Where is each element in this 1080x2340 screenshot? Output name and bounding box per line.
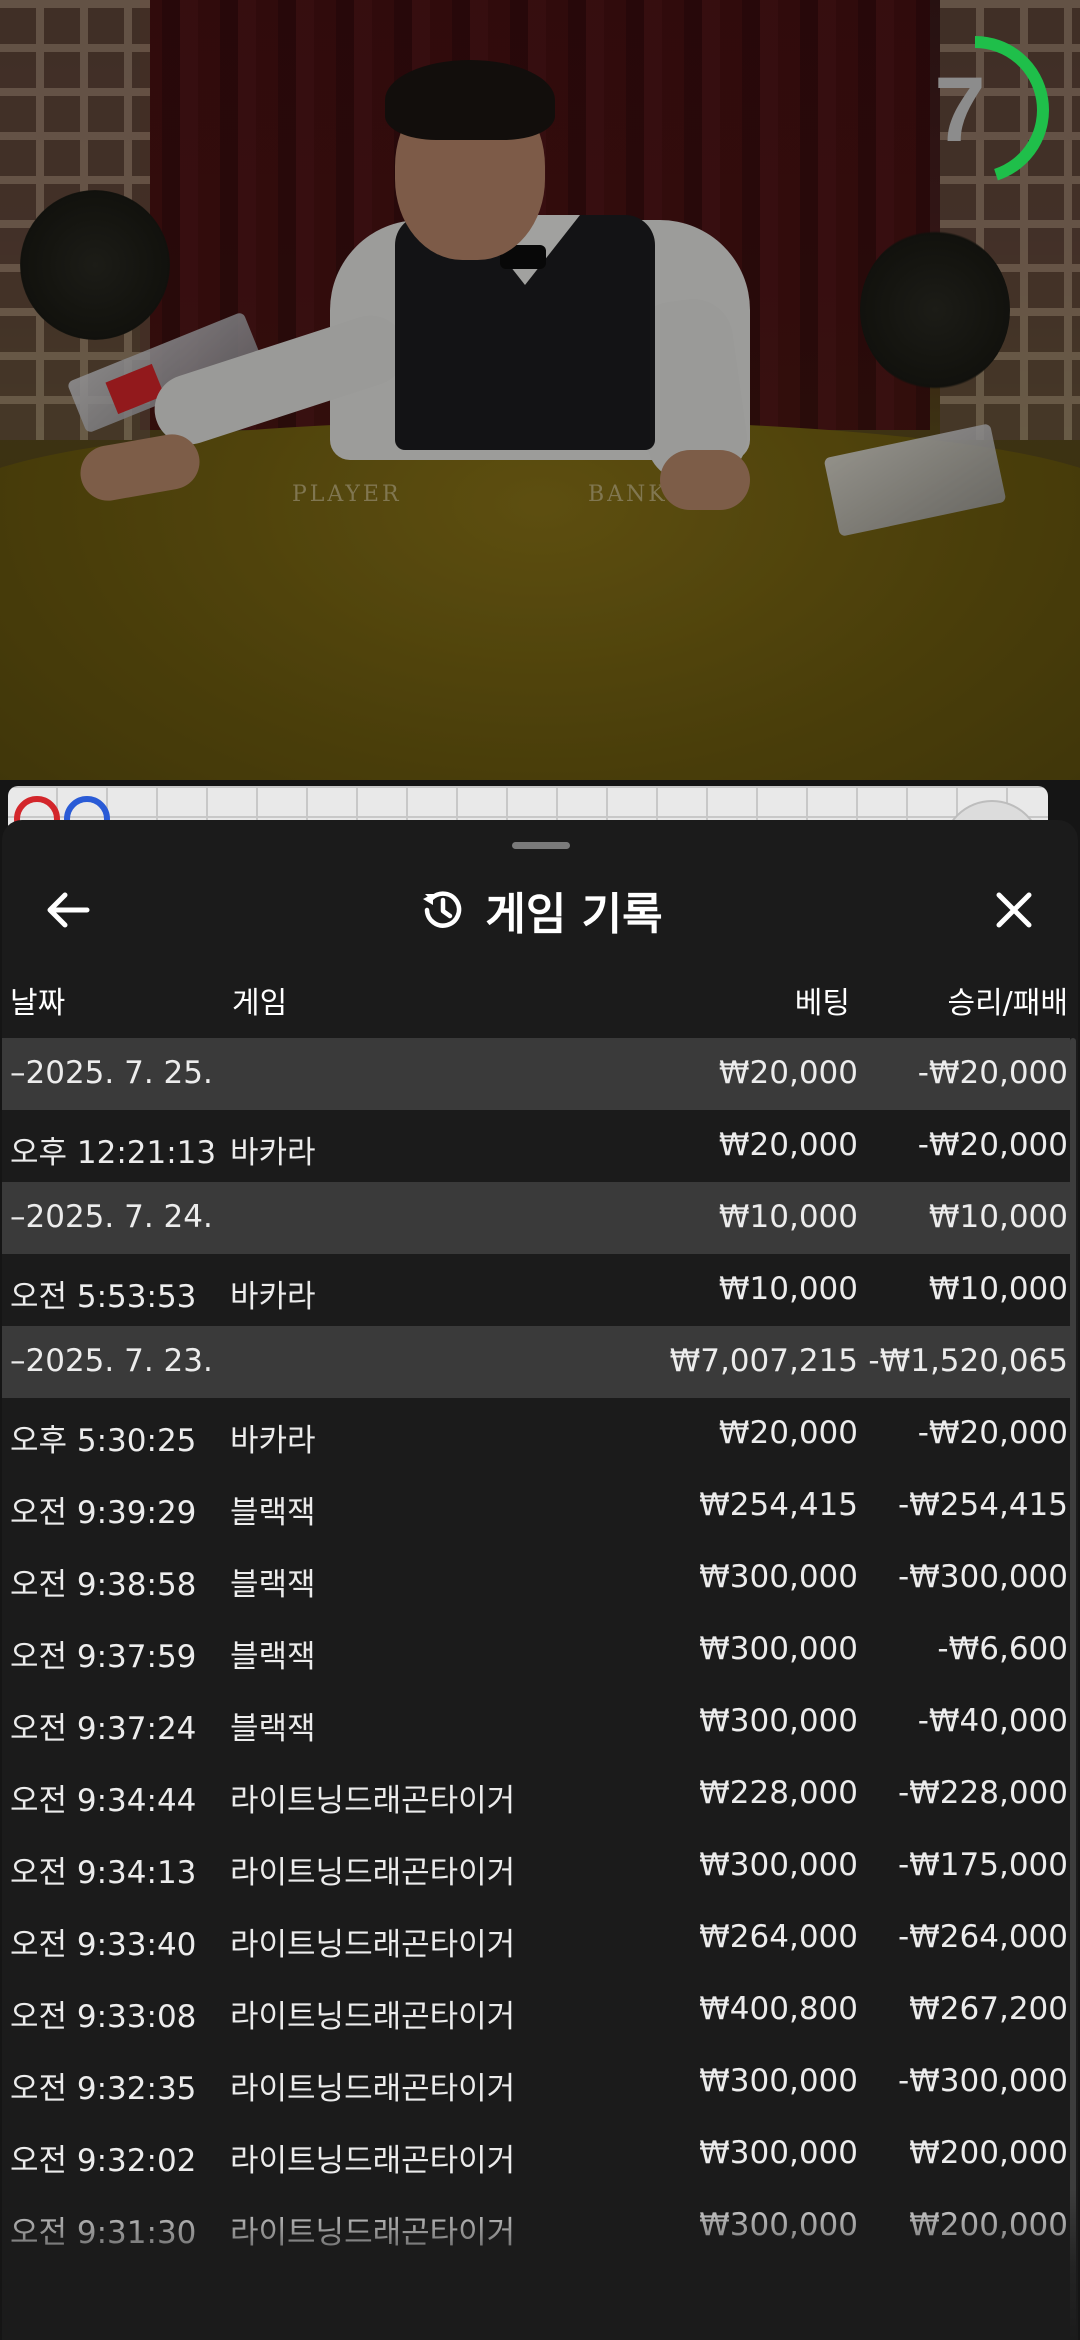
row-game: 라이트닝드래곤타이거 <box>230 2143 516 2179</box>
row-game: 바카라 <box>230 1135 316 1171</box>
row-result: -₩254,415 <box>897 1487 1068 1523</box>
table-row[interactable]: 오전 9:37:59 블랙잭 ₩300,000 -₩6,600 <box>2 1614 1070 1686</box>
close-button[interactable] <box>974 870 1054 950</box>
row-bet: ₩300,000 <box>699 2135 858 2171</box>
row-bet: ₩300,000 <box>699 1559 858 1595</box>
row-time: 오전 9:38:58 <box>10 1567 197 1603</box>
row-result: -₩1,520,065 <box>868 1343 1068 1379</box>
group-date: –2025. 7. 23. <box>10 1343 213 1379</box>
row-time: 오전 9:39:29 <box>10 1495 197 1531</box>
row-time: 오전 9:33:08 <box>10 1999 197 2035</box>
row-bet: ₩254,415 <box>699 1487 858 1523</box>
row-result: -₩300,000 <box>897 1559 1068 1595</box>
row-game: 라이트닝드래곤타이거 <box>230 2215 516 2251</box>
row-bet: ₩20,000 <box>718 1415 858 1451</box>
row-game: 블랙잭 <box>230 1567 316 1603</box>
row-game: 라이트닝드래곤타이거 <box>230 1855 516 1891</box>
group-date: –2025. 7. 25. <box>10 1055 213 1091</box>
row-game: 라이트닝드래곤타이거 <box>230 2071 516 2107</box>
row-bet: ₩228,000 <box>699 1775 858 1811</box>
row-result: -₩264,000 <box>897 1919 1068 1955</box>
row-time: 오전 9:37:59 <box>10 1639 197 1675</box>
column-header-date: 날짜 <box>10 986 66 1021</box>
row-time: 오전 9:34:44 <box>10 1783 197 1819</box>
row-bet: ₩20,000 <box>718 1055 858 1091</box>
row-bet: ₩300,000 <box>699 2207 858 2243</box>
row-bet: ₩300,000 <box>699 2063 858 2099</box>
row-result: -₩20,000 <box>917 1127 1068 1163</box>
row-result: -₩20,000 <box>917 1055 1068 1091</box>
table-row[interactable]: 오후 12:21:13 바카라 ₩20,000 -₩20,000 <box>2 1110 1070 1182</box>
table-row[interactable]: 오전 9:39:29 블랙잭 ₩254,415 -₩254,415 <box>2 1470 1070 1542</box>
table-row[interactable]: 오전 9:34:13 라이트닝드래곤타이거 ₩300,000 -₩175,000 <box>2 1830 1070 1902</box>
row-time: 오후 5:30:25 <box>10 1423 197 1459</box>
row-bet: ₩300,000 <box>699 1631 858 1667</box>
row-time: 오후 12:21:13 <box>10 1135 217 1171</box>
close-icon <box>996 892 1032 928</box>
row-bet: ₩300,000 <box>699 1847 858 1883</box>
table-row[interactable]: 오전 9:33:40 라이트닝드래곤타이거 ₩264,000 -₩264,000 <box>2 1902 1070 1974</box>
row-result: ₩10,000 <box>928 1199 1068 1235</box>
group-date: –2025. 7. 24. <box>10 1199 213 1235</box>
row-result: -₩228,000 <box>897 1775 1068 1811</box>
row-game: 블랙잭 <box>230 1639 316 1675</box>
row-time: 오전 9:37:24 <box>10 1711 197 1747</box>
row-game: 블랙잭 <box>230 1495 316 1531</box>
row-result: -₩300,000 <box>897 2063 1068 2099</box>
row-result: -₩6,600 <box>937 1631 1068 1667</box>
row-time: 오전 5:53:53 <box>10 1279 197 1315</box>
table-row[interactable]: 오전 9:34:44 라이트닝드래곤타이거 ₩228,000 -₩228,000 <box>2 1758 1070 1830</box>
row-time: 오전 9:33:40 <box>10 1927 197 1963</box>
row-bet: ₩7,007,215 <box>669 1343 858 1379</box>
sheet-header: 게임 기록 <box>2 868 1078 952</box>
row-result: ₩10,000 <box>928 1271 1068 1307</box>
row-game: 라이트닝드래곤타이거 <box>230 1783 516 1819</box>
row-bet: ₩10,000 <box>718 1271 858 1307</box>
row-bet: ₩300,000 <box>699 1703 858 1739</box>
row-result: -₩20,000 <box>917 1415 1068 1451</box>
countdown-number: 7 <box>934 59 986 161</box>
row-result: ₩200,000 <box>909 2135 1068 2171</box>
table-row[interactable]: 오전 9:37:24 블랙잭 ₩300,000 -₩40,000 <box>2 1686 1070 1758</box>
scrollbar[interactable] <box>1070 1038 1076 2338</box>
row-result: ₩200,000 <box>909 2207 1068 2243</box>
table-row[interactable]: 오전 9:31:30 라이트닝드래곤타이거 ₩300,000 ₩200,000 <box>2 2190 1070 2262</box>
row-time: 오전 9:32:35 <box>10 2071 197 2107</box>
date-group-row[interactable]: –2025. 7. 25. ₩20,000 -₩20,000 <box>2 1038 1070 1110</box>
row-game: 라이트닝드래곤타이거 <box>230 1927 516 1963</box>
table-row[interactable]: 오전 9:38:58 블랙잭 ₩300,000 -₩300,000 <box>2 1542 1070 1614</box>
table-row[interactable]: 오전 9:32:35 라이트닝드래곤타이거 ₩300,000 -₩300,000 <box>2 2046 1070 2118</box>
table-row[interactable]: 오전 5:53:53 바카라 ₩10,000 ₩10,000 <box>2 1254 1070 1326</box>
row-game: 라이트닝드래곤타이거 <box>230 1999 516 2035</box>
row-bet: ₩10,000 <box>718 1199 858 1235</box>
row-time: 오전 9:32:02 <box>10 2143 197 2179</box>
column-header-game: 게임 <box>232 986 288 1021</box>
history-icon <box>423 891 462 928</box>
game-history-sheet: 게임 기록 날짜 게임 베팅 승리/패배 –2025. 7. 25. ₩20,00… <box>2 820 1078 2340</box>
countdown-timer: 7 <box>900 30 1050 200</box>
row-time: 오전 9:34:13 <box>10 1855 197 1891</box>
live-video-feed: PLAYER BANKER 7 <box>0 0 1080 780</box>
history-list[interactable]: –2025. 7. 25. ₩20,000 -₩20,000 오후 12:21:13 바… <box>2 1038 1078 2262</box>
row-bet: ₩264,000 <box>699 1919 858 1955</box>
row-game: 블랙잭 <box>230 1711 316 1747</box>
row-bet: ₩400,800 <box>699 1991 858 2027</box>
column-header-bet: 베팅 <box>794 986 850 1021</box>
date-group-row[interactable]: –2025. 7. 24. ₩10,000 ₩10,000 <box>2 1182 1070 1254</box>
table-row[interactable]: 오전 9:33:08 라이트닝드래곤타이거 ₩400,800 ₩267,200 <box>2 1974 1070 2046</box>
row-game: 바카라 <box>230 1279 316 1315</box>
table-row[interactable]: 오전 9:32:02 라이트닝드래곤타이거 ₩300,000 ₩200,000 <box>2 2118 1070 2190</box>
row-result: ₩267,200 <box>909 1991 1068 2027</box>
row-result: -₩40,000 <box>917 1703 1068 1739</box>
page-title: 게임 기록 <box>485 889 663 940</box>
sheet-drag-handle[interactable] <box>512 842 570 849</box>
table-row[interactable]: 오후 5:30:25 바카라 ₩20,000 -₩20,000 <box>2 1398 1070 1470</box>
row-bet: ₩20,000 <box>718 1127 858 1163</box>
date-group-row[interactable]: –2025. 7. 23. ₩7,007,215 -₩1,520,065 <box>2 1326 1070 1398</box>
row-result: -₩175,000 <box>897 1847 1068 1883</box>
table-header: 날짜 게임 베팅 승리/패배 <box>2 968 1078 1024</box>
column-header-result: 승리/패배 <box>947 986 1068 1021</box>
row-game: 바카라 <box>230 1423 316 1459</box>
row-time: 오전 9:31:30 <box>10 2215 197 2251</box>
